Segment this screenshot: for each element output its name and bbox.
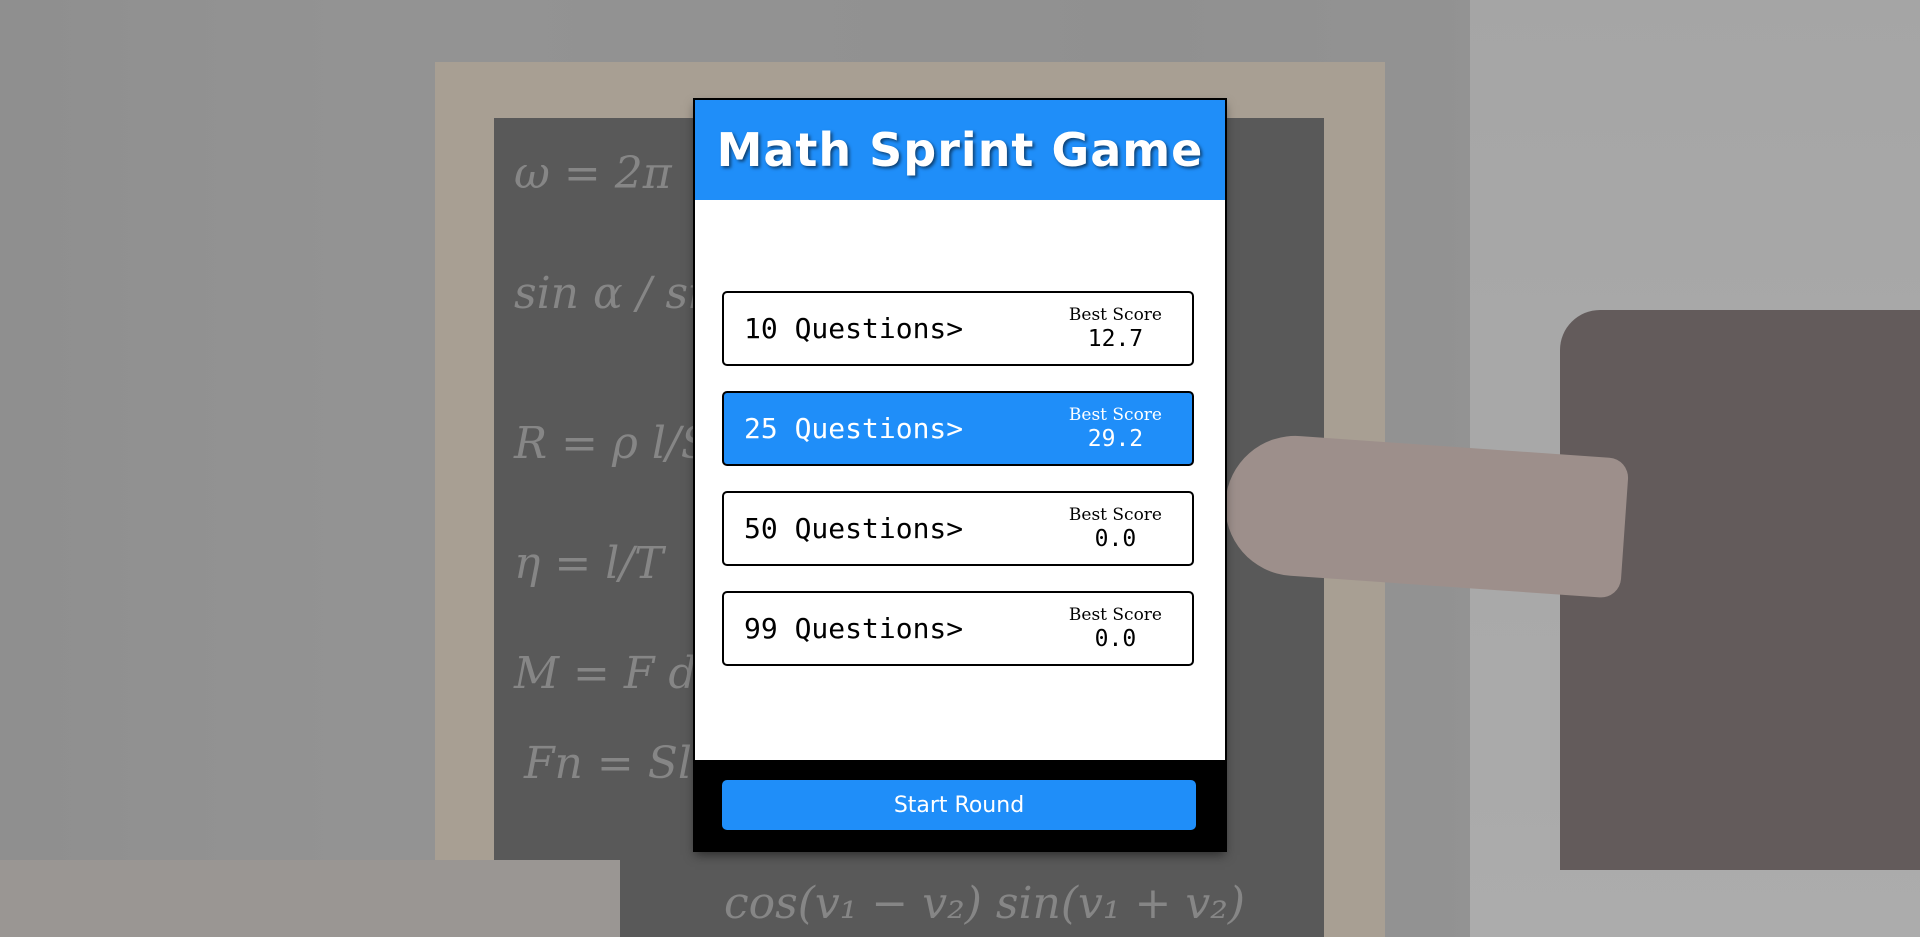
- start-round-button[interactable]: Start Round: [722, 780, 1196, 830]
- best-score-value: 12.7: [1087, 325, 1144, 352]
- option-label: 50 Questions>: [744, 512, 964, 545]
- question-selection: 10 Questions> Best Score 12.7 25 Questio…: [695, 200, 1225, 760]
- best-score-title: Best Score: [1068, 304, 1162, 325]
- best-score-value: 0.0: [1094, 525, 1137, 552]
- option-label: 25 Questions>: [744, 412, 964, 445]
- question-options: 10 Questions> Best Score 12.7 25 Questio…: [722, 291, 1194, 691]
- option-25-questions[interactable]: 25 Questions> Best Score 29.2: [722, 391, 1194, 466]
- option-50-questions[interactable]: 50 Questions> Best Score 0.0: [722, 491, 1194, 566]
- best-score: Best Score 0.0: [1068, 604, 1162, 652]
- game-footer: Start Round: [695, 760, 1225, 850]
- game-title: Math Sprint Game: [716, 123, 1204, 177]
- option-99-questions[interactable]: 99 Questions> Best Score 0.0: [722, 591, 1194, 666]
- best-score-value: 0.0: [1094, 625, 1137, 652]
- option-label: 99 Questions>: [744, 612, 964, 645]
- option-10-questions[interactable]: 10 Questions> Best Score 12.7: [722, 291, 1194, 366]
- best-score: Best Score 12.7: [1068, 304, 1162, 352]
- best-score-title: Best Score: [1068, 404, 1162, 425]
- option-label: 10 Questions>: [744, 312, 964, 345]
- best-score-title: Best Score: [1068, 604, 1162, 625]
- best-score: Best Score 29.2: [1068, 404, 1162, 452]
- best-score-value: 29.2: [1087, 425, 1144, 452]
- game-header: Math Sprint Game: [695, 100, 1225, 200]
- best-score-title: Best Score: [1068, 504, 1162, 525]
- game-container: Math Sprint Game 10 Questions> Best Scor…: [693, 98, 1227, 852]
- best-score: Best Score 0.0: [1068, 504, 1162, 552]
